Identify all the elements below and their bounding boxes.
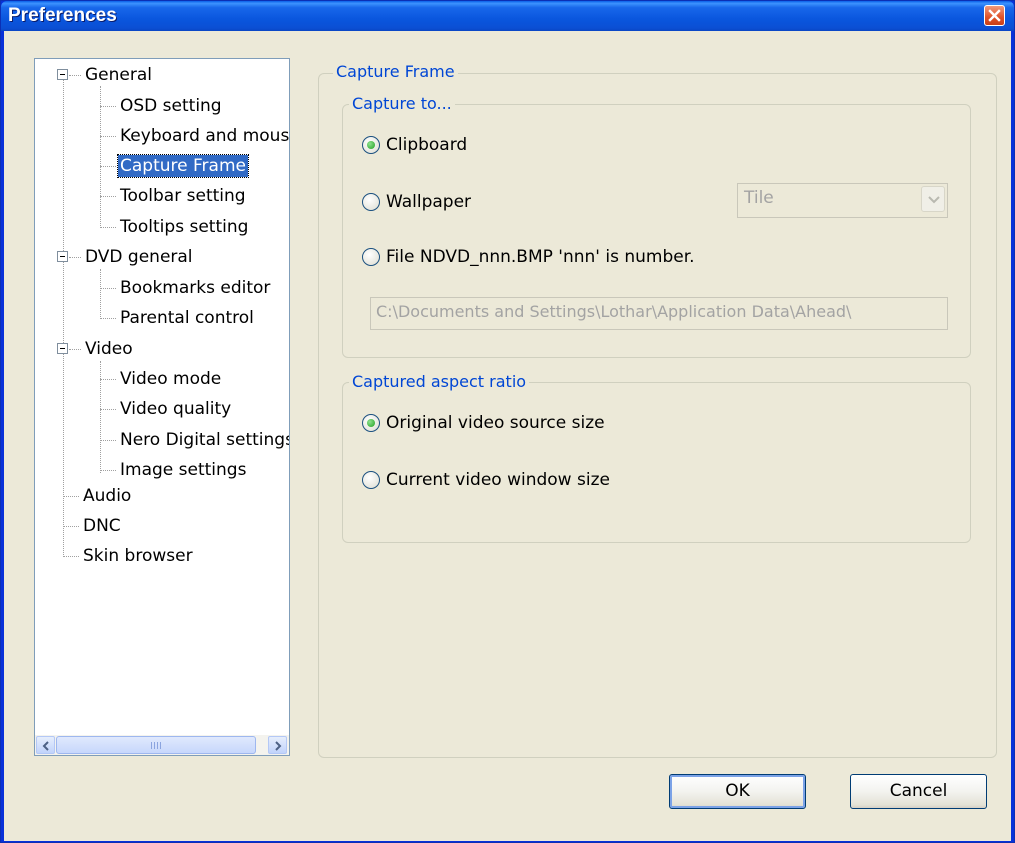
wallpaper-mode-dropdown-button[interactable]	[921, 186, 945, 212]
tree-connector	[100, 409, 116, 410]
tree-connector	[63, 72, 64, 257]
thumb-grip	[160, 742, 161, 749]
preferences-window: Preferences General OSD setting Keyboard…	[0, 0, 1015, 843]
tree-item-osd-setting[interactable]: OSD setting	[118, 95, 224, 117]
tree-viewport: General OSD setting Keyboard and mouse C…	[35, 59, 289, 735]
wallpaper-radio[interactable]	[362, 193, 380, 211]
tree-connector	[63, 526, 79, 527]
capture-to-group: Capture to... Clipboard Wallpaper Tile F…	[342, 95, 971, 358]
collapse-video-toggle[interactable]	[57, 343, 68, 354]
dialog-client-area: General OSD setting Keyboard and mouse C…	[4, 31, 1011, 841]
tree-connector	[100, 470, 116, 471]
tree-connector	[100, 440, 116, 441]
tree-item-dvd-general[interactable]: DVD general	[83, 246, 195, 268]
wallpaper-mode-select[interactable]: Tile	[737, 183, 948, 218]
tree-item-image-settings[interactable]: Image settings	[118, 459, 248, 481]
arrow-right-icon	[275, 741, 282, 751]
arrow-left-icon	[42, 741, 49, 751]
tree-connector	[100, 106, 116, 107]
tree-connector	[100, 86, 101, 228]
tree-connector	[69, 257, 81, 258]
capture-to-legend: Capture to...	[349, 95, 455, 113]
file-radio[interactable]	[362, 248, 380, 266]
scroll-right-button[interactable]	[268, 736, 287, 754]
clipboard-radio[interactable]	[362, 136, 380, 154]
tree-connector	[100, 166, 116, 167]
wallpaper-label: Wallpaper	[386, 192, 472, 212]
thumb-grip	[154, 742, 155, 749]
tree-connector	[100, 361, 101, 473]
capture-frame-group: Capture Frame Capture to... Clipboard Wa…	[318, 63, 997, 758]
scroll-left-button[interactable]	[36, 736, 55, 754]
file-label: File NDVD_nnn.BMP 'nnn' is number.	[386, 247, 695, 267]
current-size-radio[interactable]	[362, 471, 380, 489]
tree-connector	[100, 269, 101, 319]
clipboard-label: Clipboard	[386, 135, 468, 155]
tree-item-bookmarks-editor[interactable]: Bookmarks editor	[118, 277, 272, 299]
tree-connector	[63, 257, 64, 557]
close-button[interactable]	[984, 5, 1005, 26]
scroll-thumb[interactable]	[56, 736, 256, 754]
tree-connector	[63, 556, 79, 557]
settings-tree[interactable]: General OSD setting Keyboard and mouse C…	[34, 58, 290, 756]
tree-connector	[100, 318, 116, 319]
tree-item-dnc[interactable]: DNC	[81, 515, 123, 537]
original-size-label: Original video source size	[386, 413, 605, 433]
tree-item-toolbar-setting[interactable]: Toolbar setting	[118, 185, 248, 207]
title-bar[interactable]: Preferences	[1, 1, 1014, 31]
tree-connector	[100, 379, 116, 380]
tree-connector	[100, 136, 116, 137]
current-size-label: Current video window size	[386, 470, 610, 490]
tree-item-video[interactable]: Video	[83, 338, 135, 360]
collapse-general-toggle[interactable]	[57, 69, 68, 80]
original-size-radio[interactable]	[362, 414, 380, 432]
tree-item-tooltips-setting[interactable]: Tooltips setting	[118, 216, 250, 238]
window-title: Preferences	[8, 5, 117, 26]
tree-item-general[interactable]: General	[83, 64, 154, 86]
thumb-grip	[151, 742, 152, 749]
aspect-ratio-group: Captured aspect ratio Original video sou…	[342, 373, 971, 543]
tree-item-video-mode[interactable]: Video mode	[118, 368, 223, 390]
tree-item-video-quality[interactable]: Video quality	[118, 398, 233, 420]
aspect-ratio-legend: Captured aspect ratio	[349, 373, 530, 391]
tree-connector	[100, 288, 116, 289]
tree-item-nero-digital-settings[interactable]: Nero Digital settings	[118, 429, 289, 451]
tree-horizontal-scrollbar[interactable]	[35, 735, 289, 755]
tree-item-keyboard-and-mouse[interactable]: Keyboard and mouse	[118, 125, 289, 147]
tree-connector	[100, 227, 116, 228]
tree-connector	[100, 196, 116, 197]
chevron-down-icon	[928, 196, 940, 204]
tree-connector	[69, 349, 81, 350]
ok-button[interactable]: OK	[669, 774, 806, 809]
tree-connector	[63, 496, 79, 497]
tree-item-audio[interactable]: Audio	[81, 485, 133, 507]
tree-item-skin-browser[interactable]: Skin browser	[81, 545, 195, 567]
thumb-grip	[157, 742, 158, 749]
tree-item-capture-frame[interactable]: Capture Frame	[117, 154, 249, 178]
collapse-dvd-general-toggle[interactable]	[57, 251, 68, 262]
tree-connector	[69, 75, 81, 76]
cancel-button[interactable]: Cancel	[850, 774, 987, 809]
capture-frame-legend: Capture Frame	[333, 63, 458, 81]
wallpaper-mode-value: Tile	[744, 188, 774, 208]
close-icon	[988, 9, 1001, 22]
capture-path-field[interactable]: C:\Documents and Settings\Lothar\Applica…	[370, 297, 948, 330]
tree-item-parental-control[interactable]: Parental control	[118, 307, 256, 329]
